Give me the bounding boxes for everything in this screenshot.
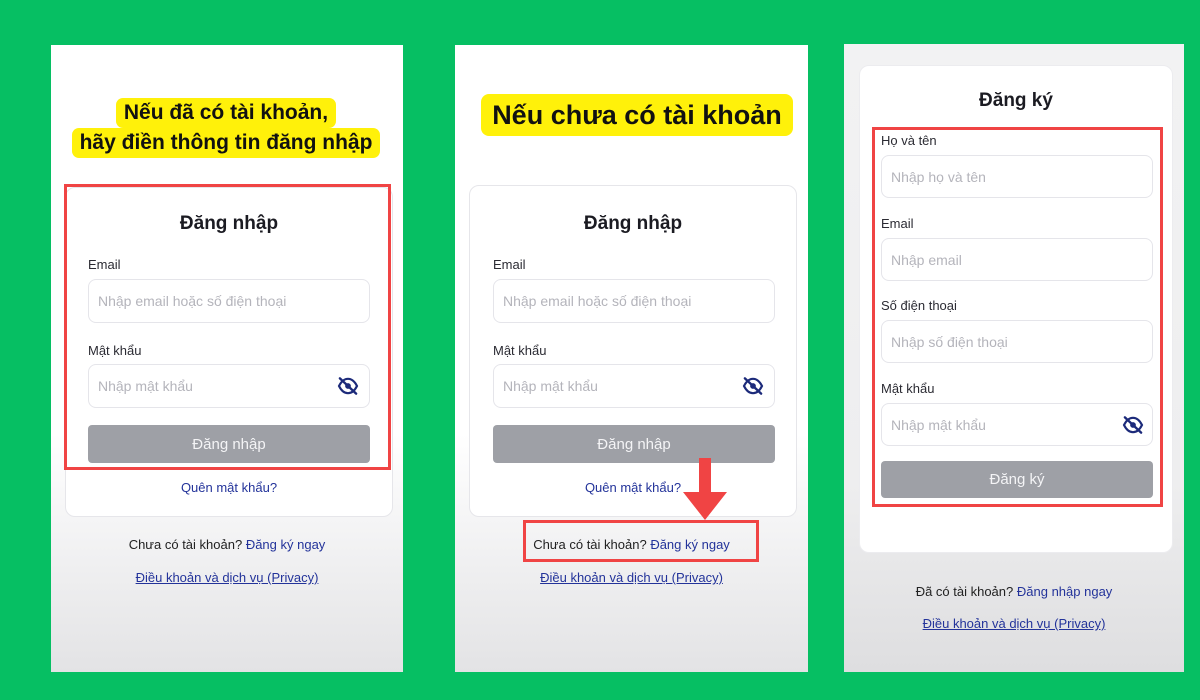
eye-slash-icon[interactable] xyxy=(337,377,359,395)
arrow-down-icon xyxy=(683,458,727,520)
email-input[interactable] xyxy=(88,279,370,323)
no-account-text: Chưa có tài khoản? xyxy=(128,537,243,552)
password-input[interactable] xyxy=(88,364,370,408)
forgot-password-link[interactable]: Quên mật khẩu? xyxy=(66,480,392,495)
register-title: Đăng ký xyxy=(979,90,1053,111)
callout-line-2: hãy điền thông tin đăng nhập xyxy=(71,128,381,158)
terms-privacy-link[interactable]: Điều khoản và dịch vụ (Privacy) xyxy=(844,616,1184,631)
register-now-link[interactable]: Đăng ký ngay xyxy=(650,537,730,552)
forgot-password-link[interactable]: Quên mật khẩu? xyxy=(470,480,796,495)
register-now-link[interactable]: Đăng ký ngay xyxy=(246,537,326,552)
email-label: Email xyxy=(88,257,121,272)
register-button[interactable]: Đăng ký xyxy=(881,461,1153,498)
terms-privacy-link[interactable]: Điều khoản và dịch vụ (Privacy) xyxy=(455,570,808,585)
callout-line-1: Nếu đã có tài khoản, xyxy=(115,98,337,128)
login-now-link[interactable]: Đăng nhập ngay xyxy=(1017,584,1112,599)
email-input[interactable] xyxy=(493,279,775,323)
register-card: Đăng ký Họ và tên Email Số điện thoại Mậ… xyxy=(859,65,1173,553)
password-input[interactable] xyxy=(493,364,775,408)
full-name-label: Họ và tên xyxy=(881,133,937,148)
instruction-callout: Nếu chưa có tài khoản xyxy=(481,94,793,136)
register-screen: Đăng ký Họ và tên Email Số điện thoại Mậ… xyxy=(844,44,1184,672)
terms-privacy-link[interactable]: Điều khoản và dịch vụ (Privacy) xyxy=(51,570,403,585)
instruction-callout: Nếu đã có tài khoản, hãy điền thông tin … xyxy=(63,93,389,161)
login-screen-no-account: Nếu chưa có tài khoản Đăng nhập Email Mậ… xyxy=(455,45,808,672)
no-account-text: Chưa có tài khoản? xyxy=(533,537,647,552)
login-title: Đăng nhập xyxy=(179,213,279,234)
phone-label: Số điện thoại xyxy=(881,298,957,313)
login-screen-existing-account: Nếu đã có tài khoản, hãy điền thông tin … xyxy=(51,45,403,672)
login-button[interactable]: Đăng nhập xyxy=(88,425,370,463)
password-label: Mật khẩu xyxy=(88,343,142,358)
email-label: Email xyxy=(881,216,914,231)
login-prompt: Đã có tài khoản? Đăng nhập ngay xyxy=(844,584,1184,599)
eye-slash-icon[interactable] xyxy=(742,377,764,395)
register-prompt: Chưa có tài khoản? Đăng ký ngay xyxy=(455,537,808,552)
password-input[interactable] xyxy=(881,403,1153,446)
login-button[interactable]: Đăng nhập xyxy=(493,425,775,463)
has-account-text: Đã có tài khoản? xyxy=(915,584,1014,599)
login-card: Đăng nhập Email Mật khẩu Đăng nhập Quên … xyxy=(469,185,797,517)
register-prompt: Chưa có tài khoản? Đăng ký ngay xyxy=(51,537,403,552)
login-card: Đăng nhập Email Mật khẩu Đăng nhập Quên … xyxy=(65,187,393,517)
full-name-input[interactable] xyxy=(881,155,1153,198)
login-title: Đăng nhập xyxy=(583,213,683,234)
eye-slash-icon[interactable] xyxy=(1122,416,1144,434)
phone-input[interactable] xyxy=(881,320,1153,363)
password-label: Mật khẩu xyxy=(493,343,547,358)
email-label: Email xyxy=(493,257,526,272)
email-input[interactable] xyxy=(881,238,1153,281)
password-label: Mật khẩu xyxy=(881,381,935,396)
